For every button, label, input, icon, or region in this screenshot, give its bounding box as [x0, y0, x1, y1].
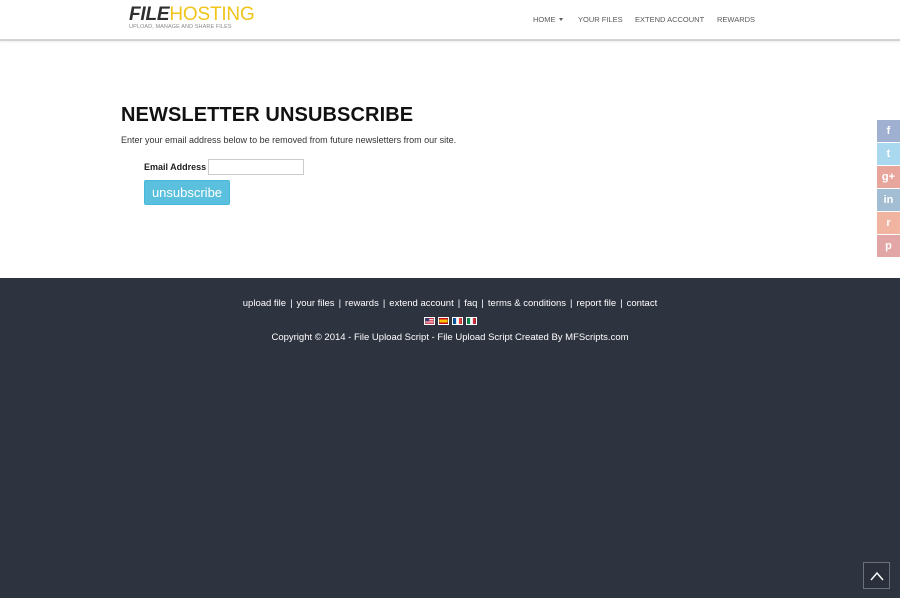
- unsubscribe-button[interactable]: unsubscribe: [144, 180, 230, 205]
- footer-separator: |: [570, 298, 573, 309]
- share-facebook-button[interactable]: f: [877, 120, 900, 142]
- main-content: NEWSLETTER UNSUBSCRIBE Enter your email …: [121, 104, 771, 205]
- social-share-bar: f t g+ in r p: [877, 120, 900, 258]
- footer-link[interactable]: terms & conditions: [488, 298, 566, 309]
- footer-separator: |: [481, 298, 484, 309]
- back-to-top-button[interactable]: [863, 562, 890, 589]
- intro-text: Enter your email address below to be rem…: [121, 135, 457, 145]
- page-title: NEWSLETTER UNSUBSCRIBE: [121, 104, 414, 126]
- flag-it-icon[interactable]: [466, 317, 477, 325]
- nav-home-label: HOME: [533, 15, 556, 24]
- nav-extend-account[interactable]: EXTEND ACCOUNT: [635, 15, 717, 24]
- footer-separator: |: [338, 298, 342, 309]
- share-google-plus-button[interactable]: g+: [877, 166, 900, 188]
- nav-rewards[interactable]: REWARDS: [717, 15, 757, 24]
- site-logo[interactable]: FILEHOSTING UPLOAD, MANAGE AND SHARE FIL…: [129, 5, 255, 31]
- chevron-up-icon: [869, 571, 884, 580]
- share-pinterest-button[interactable]: p: [877, 235, 900, 257]
- footer-link[interactable]: report file: [577, 298, 617, 309]
- chevron-down-icon: [558, 18, 563, 22]
- footer-link[interactable]: contact: [627, 298, 658, 309]
- nav-home[interactable]: HOME: [533, 15, 578, 24]
- language-flags: [424, 317, 477, 325]
- footer-links: upload file | your files | rewards | extend ac…: [0, 298, 900, 309]
- email-label: Email Address: [144, 162, 207, 172]
- flag-us-icon[interactable]: [424, 317, 435, 325]
- copyright-text: Copyright © 2014 - File Upload Script - …: [271, 332, 629, 343]
- logo-wordmark: FILEHOSTING: [129, 5, 255, 24]
- linkedin-icon: in: [883, 194, 894, 206]
- reddit-icon: r: [886, 217, 891, 229]
- footer-separator: |: [620, 298, 623, 309]
- pinterest-icon: p: [885, 240, 892, 252]
- top-navbar: FILEHOSTING UPLOAD, MANAGE AND SHARE FIL…: [0, 0, 900, 41]
- footer-link[interactable]: extend account: [389, 298, 453, 309]
- footer-separator: |: [290, 298, 293, 309]
- share-linkedin-button[interactable]: in: [877, 189, 900, 211]
- facebook-icon: f: [886, 125, 891, 137]
- main-nav: HOME YOUR FILES EXTEND ACCOUNT REWARDS: [533, 15, 757, 24]
- logo-tagline: UPLOAD, MANAGE AND SHARE FILES: [129, 24, 232, 30]
- share-twitter-button[interactable]: t: [877, 143, 900, 165]
- nav-your-files[interactable]: YOUR FILES: [578, 15, 635, 24]
- footer-separator: |: [382, 298, 386, 309]
- flag-fr-icon[interactable]: [452, 317, 463, 325]
- footer-separator: |: [457, 298, 461, 309]
- footer-link[interactable]: rewards: [345, 298, 379, 309]
- flag-es-icon[interactable]: [438, 317, 449, 325]
- google-plus-icon: g+: [881, 171, 896, 183]
- footer: upload file | your files | rewards | extend ac…: [0, 278, 900, 598]
- footer-link[interactable]: upload file: [243, 298, 286, 309]
- email-field[interactable]: [208, 159, 305, 175]
- logo-hosting-text: HOSTING: [169, 4, 255, 25]
- email-form-row: Email Address: [144, 159, 305, 175]
- footer-link[interactable]: your files: [297, 298, 335, 309]
- share-reddit-button[interactable]: r: [877, 212, 900, 234]
- twitter-icon: t: [886, 148, 891, 160]
- logo-file-text: FILE: [129, 4, 170, 25]
- footer-link[interactable]: faq: [464, 298, 477, 309]
